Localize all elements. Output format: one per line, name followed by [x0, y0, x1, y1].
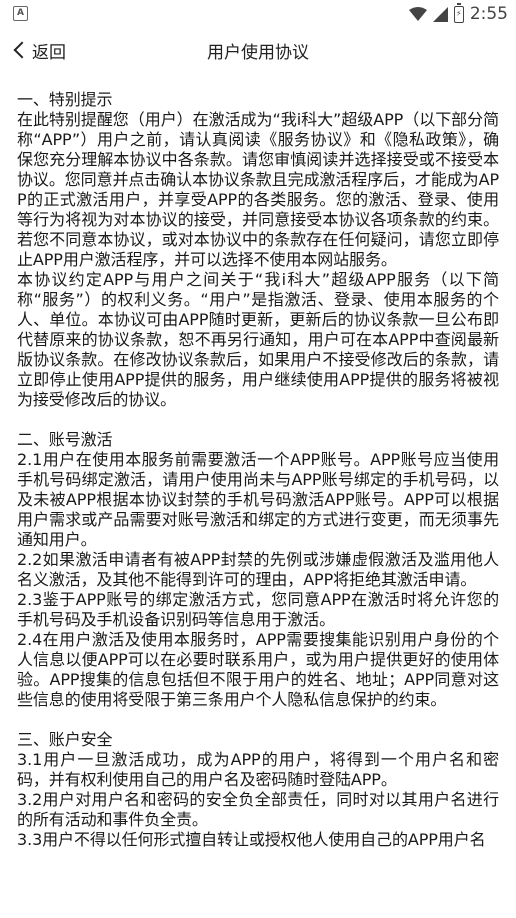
section-title: 二、账号激活	[17, 430, 113, 449]
status-bar: A ⚡ 2:55	[0, 0, 516, 28]
section-title: 三、账户安全	[17, 730, 113, 749]
section-paragraph: 3.3用户不得以任何形式擅自转让或授权他人使用自己的APP用户名	[17, 830, 486, 849]
section-paragraph: 3.2用户对用户名和密码的安全负全部责任，同时对以其用户名进行的所有活动和事件负…	[17, 790, 499, 829]
status-time: 2:55	[469, 4, 508, 24]
section-paragraph: 2.2如果激活申请者有被APP封禁的先例或涉嫌虚假激活及滥用他人名义激活，及其他…	[17, 550, 499, 589]
battery-charging-icon: ⚡	[453, 2, 464, 23]
section-paragraph: 3.1用户一旦激活成功，成为APP的用户，将得到一个用户名和密码，并有权利使用自…	[17, 750, 499, 789]
top-navigation-bar: 返回 用户使用协议	[0, 28, 516, 72]
agreement-section-3: 三、账户安全 3.1用户一旦激活成功，成为APP的用户，将得到一个用户名和密码，…	[17, 730, 499, 850]
page-title: 用户使用协议	[207, 43, 309, 63]
wifi-icon	[408, 7, 427, 21]
agreement-content[interactable]: 一、特别提示 在此特别提醒您（用户）在激活成为“我i科大”超级APP（以下部分简…	[17, 90, 499, 850]
section-title: 一、特别提示	[17, 90, 113, 109]
section-paragraph: 2.3鉴于APP账号的绑定激活方式，您同意APP在激活时将允许您的手机号码及手机…	[17, 590, 499, 629]
section-paragraph: 在此特别提醒您（用户）在激活成为“我i科大”超级APP（以下部分简称“APP”）…	[17, 110, 499, 269]
section-paragraph: 本协议约定APP与用户之间关于“我i科大”超级APP服务（以下简称“服务”）的权…	[17, 270, 499, 409]
agreement-section-1: 一、特别提示 在此特别提醒您（用户）在激活成为“我i科大”超级APP（以下部分简…	[17, 90, 499, 410]
section-paragraph: 2.1用户在使用本服务前需要激活一个APP账号。APP账号应当使用手机号码绑定激…	[17, 450, 499, 549]
status-right-group: ⚡ 2:55	[408, 2, 508, 26]
agreement-section-2: 二、账号激活 2.1用户在使用本服务前需要激活一个APP账号。APP账号应当使用…	[17, 430, 499, 710]
signal-icon	[432, 6, 448, 22]
battery-charging-glyph: ⚡	[456, 9, 462, 18]
notification-a-icon: A	[13, 6, 28, 21]
section-paragraph: 2.4在用户激活及使用本服务时，APP需要搜集能识别用户身份的个人信息以便APP…	[17, 630, 499, 709]
